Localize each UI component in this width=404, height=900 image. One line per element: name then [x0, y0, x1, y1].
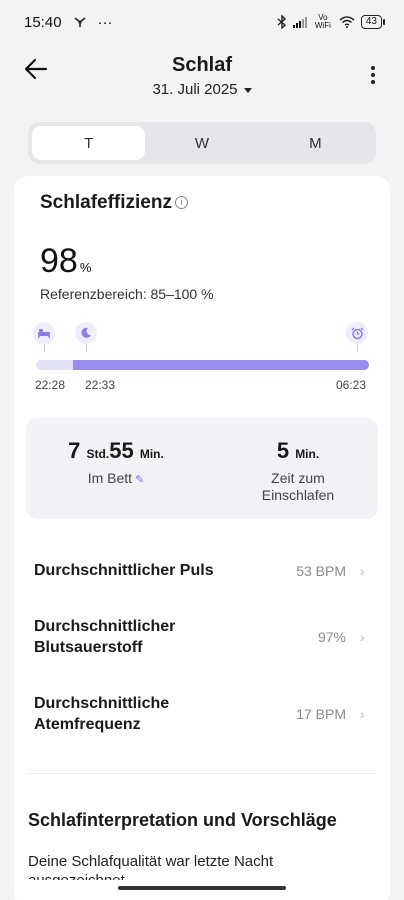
more-vertical-icon — [371, 66, 375, 70]
fall-asleep-number: 5 — [276, 438, 290, 463]
chevron-right-icon: › — [360, 706, 365, 722]
status-time: 15:40 — [24, 13, 62, 31]
in-bed-label-row: Im Bett ✎ — [46, 470, 186, 489]
metric-label: Durchschnittlicher Puls — [34, 560, 296, 581]
efficiency-value: 98 — [40, 242, 78, 280]
sleep-time-label: 22:33 — [85, 378, 116, 392]
wifi-icon — [339, 16, 355, 28]
metric-row-blood-oxygen[interactable]: Durchschnittlicher Blutsauerstoff 97% › — [34, 616, 370, 658]
fall-asleep-label-line2: Einschlafen — [261, 487, 335, 503]
fall-asleep-stat: 5 Min. Zeit zum Einschlafen — [228, 438, 368, 504]
alarm-clock-icon — [351, 327, 363, 339]
volte-wifi-label: Vo WiFi — [314, 13, 331, 30]
more-options-button[interactable] — [370, 66, 376, 86]
more-dot — [371, 80, 375, 84]
chevron-right-icon: › — [360, 629, 365, 645]
date-picker[interactable]: 31. Juli 2025 — [0, 81, 404, 98]
fan-icon — [74, 17, 86, 27]
in-bed-minutes-unit: Min. — [139, 447, 164, 461]
fall-asleep-value: 5 Min. — [228, 438, 368, 464]
fall-asleep-label-line1: Zeit zum — [271, 470, 325, 486]
battery-indicator: 43 — [360, 15, 386, 29]
in-bed-label: Im Bett — [87, 470, 133, 486]
metric-label: Durchschnittliche Atemfrequenz — [34, 693, 296, 735]
tab-week[interactable]: W — [145, 126, 258, 160]
metric-label: Durchschnittlicher Blutsauerstoff — [34, 616, 318, 658]
efficiency-title-row: Schlafeffizienz i — [40, 192, 188, 214]
metric-value: 97% — [317, 629, 346, 645]
metric-label-line1: Durchschnittlicher Puls — [34, 562, 214, 579]
metric-label-line2: Blutsauerstoff — [34, 639, 143, 656]
fall-asleep-unit: Min. — [295, 447, 320, 461]
efficiency-title: Schlafeffizienz — [40, 192, 172, 213]
in-bed-stat: 7 Std.55 Min. Im Bett ✎ — [46, 438, 186, 489]
reference-range: Referenzbereich: 85–100 % — [40, 286, 214, 302]
caret-down-icon — [243, 87, 252, 93]
period-tabs: T W M — [28, 122, 376, 164]
in-bed-hours-unit: Std. — [86, 447, 110, 461]
date-label: 31. Juli 2025 — [152, 81, 238, 98]
bed-icon — [38, 329, 50, 338]
sleep-timeline-track — [36, 360, 369, 370]
chevron-right-icon: › — [360, 562, 365, 579]
page-title: Schlaf — [171, 54, 233, 76]
metric-label-line2: Atemfrequenz — [34, 716, 141, 733]
metric-value: 17 BPM — [296, 706, 346, 722]
in-bed-value: 7 Std.55 Min. — [46, 438, 186, 464]
sleep-timeline-fill — [72, 360, 369, 370]
wake-time-label: 06:23 — [336, 378, 367, 392]
in-bed-minutes: 55 — [109, 438, 134, 463]
sleep-stats-box: 7 Std.55 Min. Im Bett ✎ 5 Min. Zeit zum E… — [26, 418, 378, 519]
pencil-icon[interactable]: ✎ — [135, 472, 144, 489]
in-bed-hours: 7 — [68, 438, 81, 463]
status-extra: ··· — [97, 13, 113, 31]
bluetooth-icon — [277, 15, 286, 29]
efficiency-value-row: 98% — [40, 242, 91, 281]
sleep-marker — [75, 322, 97, 352]
interpretation-text: Deine Schlafqualität war letzte Nacht au… — [28, 853, 274, 880]
fall-asleep-label: Zeit zum Einschlafen — [228, 470, 368, 504]
metric-row-respiration[interactable]: Durchschnittliche Atemfrequenz 17 BPM › — [34, 693, 370, 735]
signal-icon — [292, 16, 307, 28]
sleep-efficiency-card: Schlafeffizienz i 98% Referenzbereich: 85… — [14, 176, 390, 900]
more-dot — [371, 73, 375, 77]
status-bar: 15:40 ··· Vo WiFi 43 — [0, 0, 404, 44]
divider — [28, 773, 376, 774]
info-icon[interactable]: i — [174, 196, 188, 209]
moon-icon — [81, 327, 91, 338]
wake-marker — [346, 322, 368, 352]
bed-marker — [33, 322, 55, 352]
bed-time-label: 22:28 — [35, 378, 66, 392]
metric-label-line1: Durchschnittlicher — [34, 618, 176, 635]
metric-label-line1: Durchschnittliche — [34, 695, 170, 712]
metric-value: 53 BPM — [296, 562, 346, 579]
efficiency-unit: % — [79, 260, 92, 275]
header: Schlaf 31. Juli 2025 — [0, 48, 404, 108]
interpretation-title: Schlafinterpretation und Vorschläge — [28, 810, 337, 830]
tab-day[interactable]: T — [32, 126, 146, 160]
home-indicator[interactable] — [118, 886, 286, 890]
tab-month[interactable]: M — [259, 126, 372, 160]
metric-row-pulse[interactable]: Durchschnittlicher Puls 53 BPM › — [34, 560, 370, 581]
